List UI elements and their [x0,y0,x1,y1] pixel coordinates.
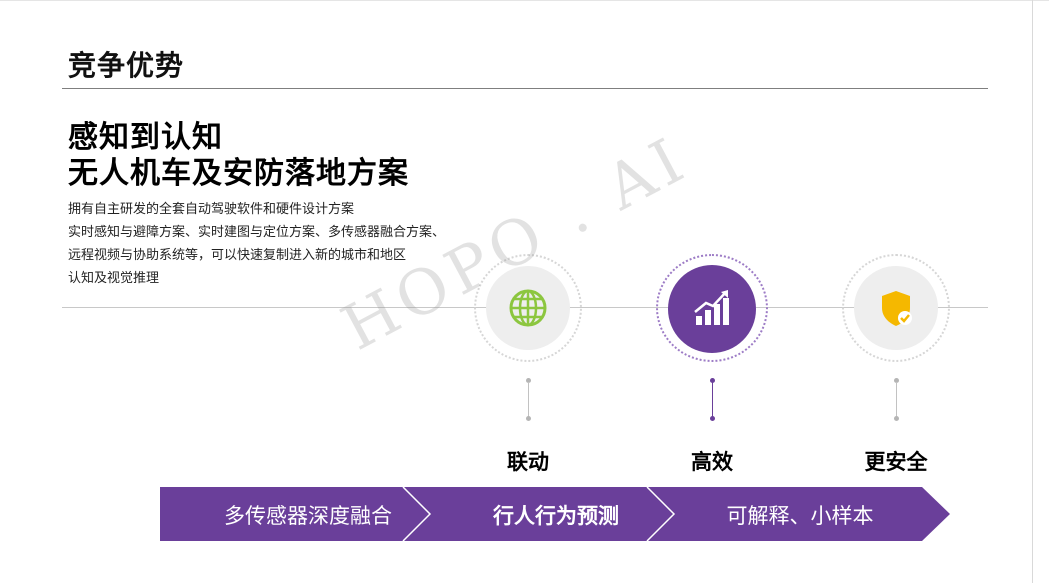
page-title: 竞争优势 [68,49,185,82]
connector-line-1 [528,382,529,418]
ribbon-segment-1: 多传感器深度融合 [224,504,392,528]
feature-label-linkage: 联动 [507,450,549,474]
feature-label-safer: 更安全 [864,450,928,474]
bar-chart-growth-icon [692,288,732,328]
connector-dot-bottom-2 [710,416,715,421]
feature-label-efficient: 高效 [691,450,733,474]
slide: 竞争优势 感知到认知 无人机车及安防落地方案 拥有自主研发的全套自动驾驶软件和硬… [0,0,1049,583]
ribbon-segment-2: 行人行为预测 [493,504,619,528]
right-border [1032,0,1033,583]
connector-dot-bottom-3 [894,416,899,421]
connector-line-3 [896,382,897,418]
description-line-4: 认知及视觉推理 [68,271,160,286]
top-border [0,0,1049,1]
headline-line-2: 无人机车及安防落地方案 [68,156,409,191]
ribbon-segment-3: 可解释、小样本 [726,504,874,528]
shield-check-icon [876,288,916,328]
description-line-1: 拥有自主研发的全套自动驾驶软件和硬件设计方案 [68,202,355,217]
description-line-2: 实时感知与避障方案、实时建图与定位方案、多传感器融合方案、 [68,225,446,240]
connector-line-2 [712,382,713,418]
connector-dot-bottom-1 [526,416,531,421]
description-line-3: 远程视频与协助系统等，可以快速复制进入新的城市和地区 [68,248,407,263]
globe-icon [508,288,548,328]
title-divider [62,88,988,89]
